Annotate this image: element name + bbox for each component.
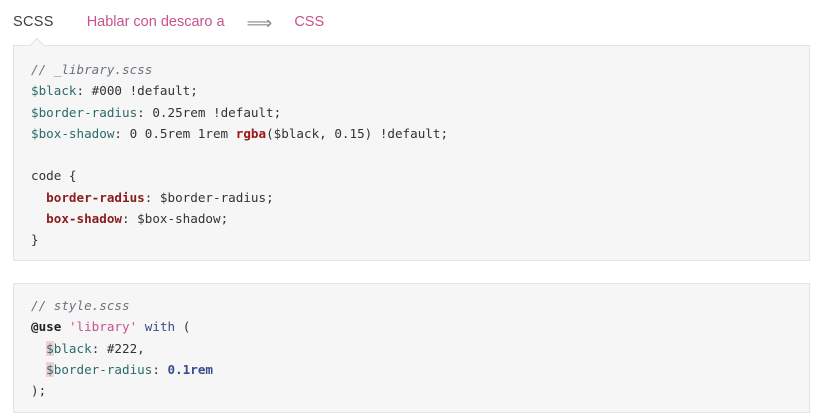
code-variable: $border-radius [31,104,138,120]
code-library: // _library.scss $black: #000 !default; … [14,46,809,251]
code-style: // style.scss @use 'library' with ( $bla… [14,284,809,401]
code-block-library: // _library.scss $black: #000 !default; … [13,45,810,261]
code-open-paren: ( [182,319,191,335]
code-value: : 0.25rem [137,104,213,120]
code-variable: $box-shadow [31,125,115,141]
code-comment: // style.scss [31,298,130,313]
code-variable: $black [31,83,77,99]
tab-css[interactable]: CSS [294,14,324,30]
code-variable: black [53,340,92,356]
code-args: ($black, 0.15) [266,125,380,141]
code-dollar-highlight: $ [46,340,54,356]
code-property: box-shadow [46,211,122,227]
code-value: : #222, [91,340,145,356]
code-value: : #000 [76,83,130,99]
code-close-brace: } [31,232,39,248]
code-value: : 0 0.5rem 1rem [114,125,236,141]
code-string: 'library' [68,319,138,335]
code-at-rule: @use [31,319,62,335]
arrow-right-icon: ⟹ [246,12,273,33]
language-tabs: SCSS Hablar con descaro a ⟹ CSS [13,10,324,34]
code-flag: !default; [379,125,449,141]
tab-scss[interactable]: SCSS [13,14,54,30]
code-value: : $box-shadow; [122,211,229,227]
code-flag: !default; [129,83,198,99]
code-selector: code { [31,168,77,184]
code-property: border-radius [46,189,145,205]
code-block-style: // style.scss @use 'library' with ( $bla… [13,283,810,413]
code-function: rgba [235,125,267,141]
code-comment: // _library.scss [31,62,153,77]
code-flag: !default; [212,104,282,120]
code-dollar-highlight: $ [46,361,54,377]
code-number: 0.1rem [167,361,214,377]
code-keyword: with [144,319,176,335]
code-close-paren: ); [31,383,47,399]
tab-compile-description[interactable]: Hablar con descaro a [87,14,225,30]
code-value: : $border-radius; [144,189,274,205]
code-variable: border-radius [53,361,153,377]
active-tab-indicator-fill [30,39,44,46]
code-colon: : [152,361,168,377]
